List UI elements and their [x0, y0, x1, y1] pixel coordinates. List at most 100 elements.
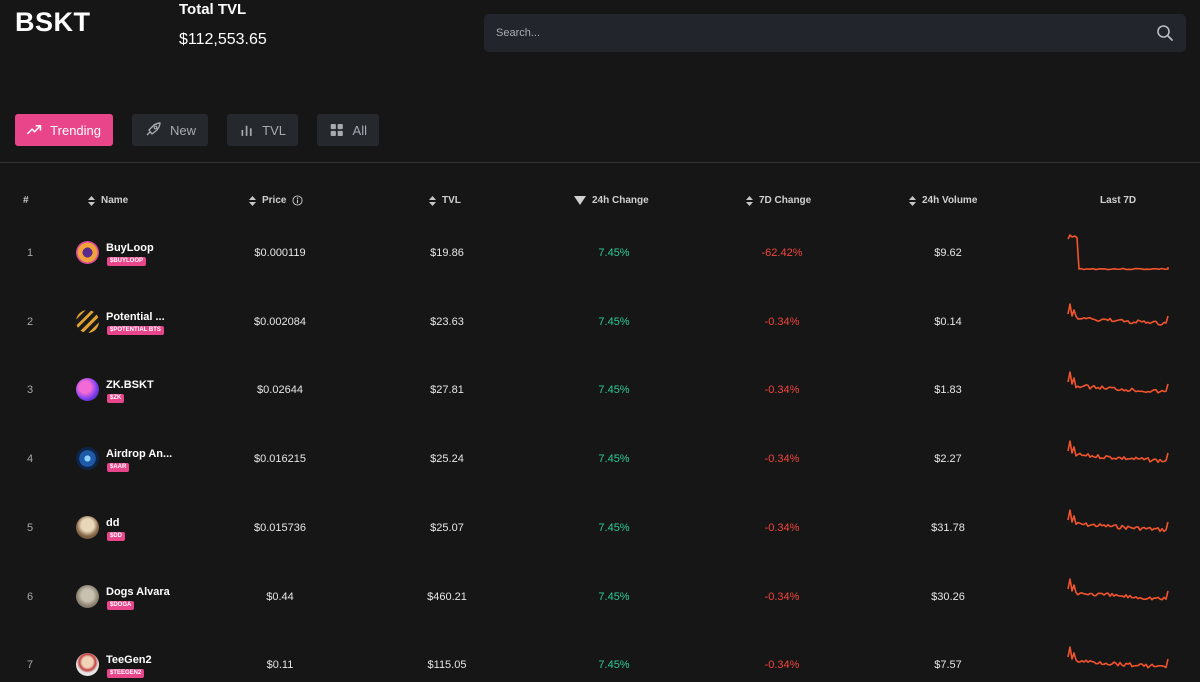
sparkline-path — [1067, 303, 1169, 326]
row-24h-volume: $2.27 — [934, 453, 962, 465]
search-icon[interactable] — [1156, 24, 1174, 42]
token-ticker-badge: $AAR — [107, 463, 130, 472]
sort-icon — [88, 195, 95, 206]
token-name[interactable]: TeeGen2 — [106, 654, 152, 666]
tab-tvl-label: TVL — [262, 122, 286, 138]
sparkline-path — [1067, 440, 1169, 464]
token-avatar — [76, 585, 99, 608]
sparkline-7d — [1067, 509, 1169, 533]
col-price[interactable]: Price — [249, 195, 304, 206]
token-ticker-badge: $DD — [107, 532, 126, 541]
sort-desc-icon — [574, 195, 586, 205]
row-rank: 3 — [27, 384, 34, 396]
col-rank: # — [23, 195, 29, 206]
table-row[interactable]: 2 Potential ... $POTENTIAL BTS $0.002084 $23… — [0, 288, 1200, 356]
row-7d-change: -0.34% — [764, 522, 800, 534]
section-divider — [0, 162, 1200, 163]
row-24h-change: 7.45% — [598, 453, 630, 465]
tab-new[interactable]: New — [132, 114, 208, 146]
rocket-icon — [146, 122, 161, 136]
info-icon[interactable] — [292, 195, 304, 206]
row-tvl: $25.07 — [430, 522, 464, 534]
search-bar — [484, 14, 1186, 52]
row-7d-change: -0.34% — [764, 591, 800, 603]
token-name[interactable]: BuyLoop — [106, 242, 154, 254]
row-price: $0.000119 — [254, 247, 306, 259]
tab-all-label: All — [352, 122, 367, 138]
sparkline-7d — [1067, 578, 1169, 601]
row-tvl: $23.63 — [430, 316, 464, 328]
table-row[interactable]: 3 ZK.BSKT $ZK $0.02644 $27.81 7.45% -0.34% $1.8… — [0, 356, 1200, 424]
row-7d-change: -62.42% — [761, 247, 803, 259]
token-name[interactable]: Airdrop An... — [106, 448, 172, 460]
row-rank: 7 — [27, 659, 34, 671]
token-ticker-badge: $DOGA — [107, 601, 135, 610]
sparkline-7d — [1067, 303, 1169, 326]
table-row[interactable]: 5 dd $DD $0.015736 $25.07 7.45% -0.34% $31.78 — [0, 494, 1200, 562]
token-avatar — [76, 241, 99, 264]
token-avatar — [76, 310, 99, 333]
row-price: $0.016215 — [254, 453, 306, 465]
row-7d-change: -0.34% — [764, 659, 800, 671]
token-name[interactable]: Potential ... — [106, 311, 165, 323]
table-row[interactable]: 1 BuyLoop $BUYLOOP $0.000119 $19.86 7.45% -62.… — [0, 219, 1200, 287]
row-tvl: $460.21 — [427, 591, 467, 603]
row-24h-volume: $1.83 — [934, 384, 962, 396]
tab-trending-label: Trending — [50, 122, 101, 138]
sparkline-7d — [1067, 371, 1169, 394]
sort-icon — [249, 195, 256, 206]
bar-chart-icon — [241, 125, 252, 136]
tab-new-label: New — [169, 122, 196, 138]
sparkline-path — [1067, 371, 1169, 394]
col-tvl[interactable]: TVL — [429, 195, 461, 206]
sparkline-path — [1067, 578, 1169, 601]
sort-icon — [909, 195, 916, 206]
table-row[interactable]: 7 TeeGen2 $TEEGEN2 $0.11 $115.05 7.45% -0.34% $… — [0, 631, 1200, 682]
brand-logo[interactable]: BSKT — [15, 7, 91, 38]
sparkline-path — [1067, 509, 1169, 533]
row-7d-change: -0.34% — [764, 316, 800, 328]
token-avatar — [76, 378, 99, 401]
row-tvl: $27.81 — [430, 384, 464, 396]
sparkline-7d — [1067, 646, 1169, 669]
row-rank: 4 — [27, 453, 34, 465]
row-7d-change: -0.34% — [764, 453, 800, 465]
sort-icon — [746, 195, 753, 206]
row-24h-volume: $7.57 — [934, 659, 962, 671]
tab-all[interactable]: All — [317, 114, 379, 146]
col-name[interactable]: Name — [88, 195, 128, 206]
table-row[interactable]: 6 Dogs Alvara $DOGA $0.44 $460.21 7.45% -0.34%… — [0, 563, 1200, 631]
row-rank: 1 — [27, 247, 34, 259]
token-ticker-badge: $TEEGEN2 — [107, 669, 145, 678]
row-24h-volume: $30.26 — [931, 591, 965, 603]
token-name[interactable]: dd — [106, 517, 119, 529]
row-price: $0.02644 — [257, 384, 303, 396]
row-24h-change: 7.45% — [598, 659, 630, 671]
token-avatar — [76, 516, 99, 539]
row-rank: 6 — [27, 591, 34, 603]
row-tvl: $115.05 — [427, 659, 467, 671]
row-24h-change: 7.45% — [598, 316, 630, 328]
table-row[interactable]: 4 Airdrop An... $AAR $0.016215 $25.24 7.45% -0… — [0, 425, 1200, 493]
col-24h-volume[interactable]: 24h Volume — [909, 195, 977, 206]
row-rank: 2 — [27, 316, 34, 328]
col-7d-change[interactable]: 7D Change — [746, 195, 811, 206]
table-header: # Name Price TVL 24h Change 7D Change 24… — [0, 195, 1200, 211]
row-price: $0.11 — [266, 659, 294, 671]
row-tvl: $25.24 — [430, 453, 464, 465]
sparkline-7d — [1067, 440, 1169, 464]
tab-trending[interactable]: Trending — [15, 114, 113, 146]
token-name[interactable]: ZK.BSKT — [106, 379, 154, 391]
col-24h-change[interactable]: 24h Change — [574, 195, 649, 206]
row-rank: 5 — [27, 522, 34, 534]
row-price: $0.44 — [266, 591, 294, 603]
tab-tvl[interactable]: TVL — [227, 114, 298, 146]
grid-icon — [330, 123, 343, 137]
token-ticker-badge: $ZK — [107, 394, 125, 403]
sort-icon — [429, 195, 436, 206]
row-7d-change: -0.34% — [764, 384, 800, 396]
search-input[interactable] — [484, 14, 1144, 52]
token-name[interactable]: Dogs Alvara — [106, 586, 170, 598]
token-ticker-badge: $BUYLOOP — [107, 257, 147, 266]
sparkline-path — [1067, 646, 1169, 669]
